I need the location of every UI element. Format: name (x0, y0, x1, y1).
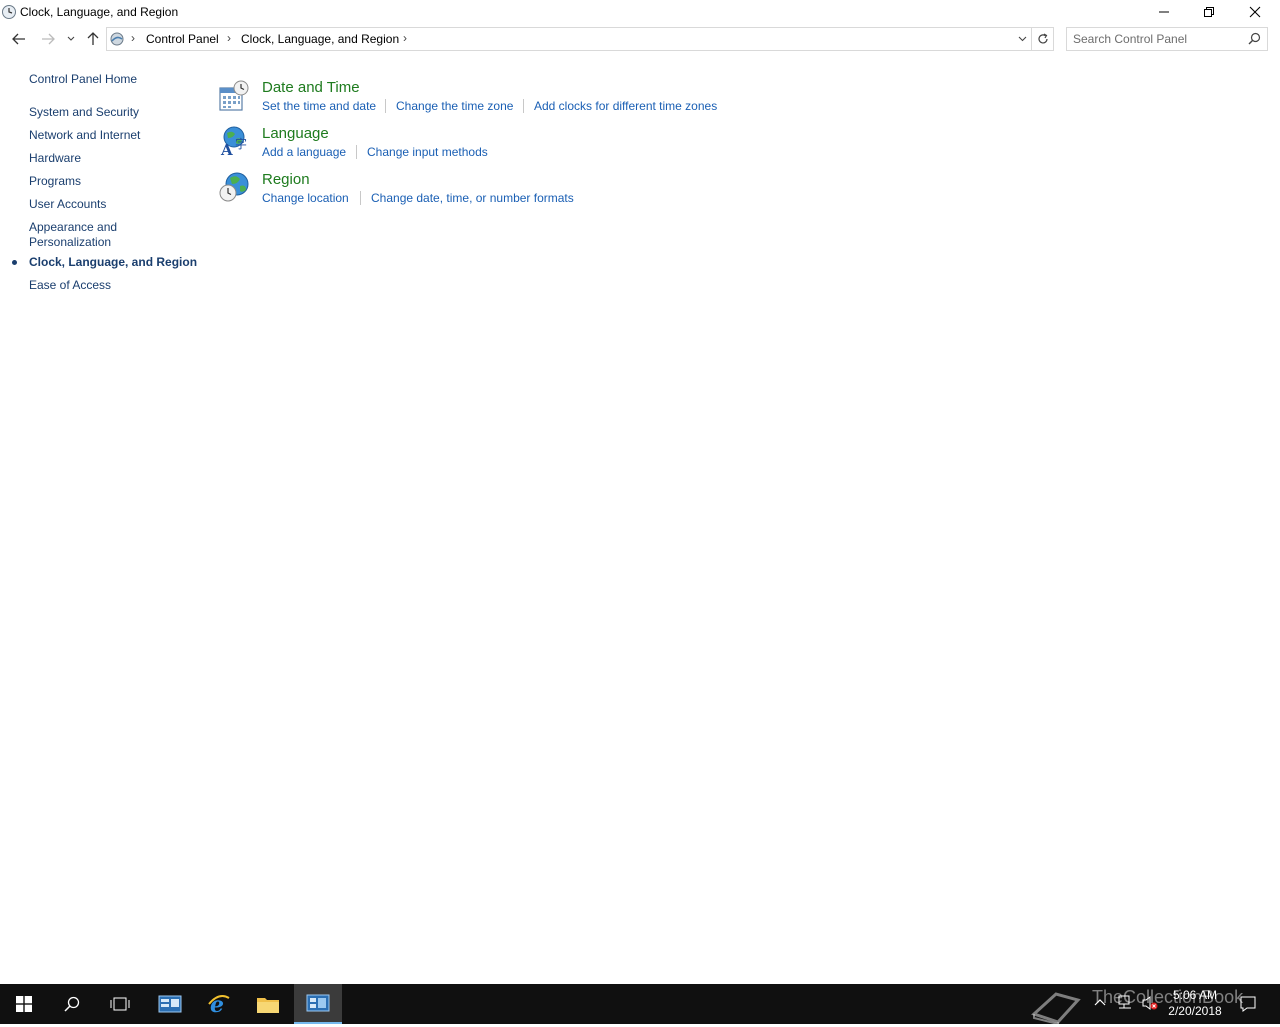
control-panel-taskbar-button[interactable] (294, 984, 342, 1024)
change-input-methods-link[interactable]: Change input methods (367, 145, 488, 159)
action-center-icon[interactable] (1239, 995, 1257, 1016)
nav-hardware[interactable]: Hardware (29, 151, 81, 166)
restore-button[interactable] (1186, 0, 1232, 24)
nav-appearance-and-personalization[interactable]: Appearance and (29, 220, 117, 235)
taskbar: e TheCollectionBook 5:06 AM 2/20/2018 (0, 984, 1280, 1027)
region-globe-clock-icon[interactable] (218, 171, 250, 203)
task-view-icon (110, 997, 130, 1011)
network-icon[interactable] (1117, 995, 1135, 1014)
link-separator (360, 191, 361, 205)
search-taskbar-button[interactable] (48, 984, 96, 1024)
volume-muted-icon[interactable] (1141, 995, 1159, 1014)
breadcrumb-control-panel[interactable]: Control Panel (146, 32, 219, 46)
control-panel-home-link[interactable]: Control Panel Home (29, 72, 137, 87)
window-title: Clock, Language, and Region (20, 5, 179, 19)
chevron-right-icon: › (403, 31, 407, 45)
recent-locations-button[interactable] (61, 28, 81, 50)
svg-text:字: 字 (235, 136, 247, 151)
clock-time: 5:06 AM (1172, 988, 1218, 1002)
close-button[interactable] (1232, 0, 1278, 24)
nav-ease-of-access[interactable]: Ease of Access (29, 278, 111, 293)
up-button[interactable] (82, 28, 104, 50)
server-manager-icon (158, 995, 182, 1013)
navigation-bar: › Control Panel › Clock, Language, and R… (0, 26, 1280, 52)
nav-user-accounts[interactable]: User Accounts (29, 197, 106, 212)
address-bar[interactable]: › Control Panel › Clock, Language, and R… (106, 27, 1054, 51)
clock-date: 2/20/2018 (1168, 1004, 1222, 1018)
task-view-button[interactable] (96, 984, 144, 1024)
change-time-zone-link[interactable]: Change the time zone (396, 99, 513, 113)
change-location-link[interactable]: Change location (262, 191, 349, 205)
nav-system-and-security[interactable]: System and Security (29, 105, 139, 120)
calendar-clock-icon[interactable] (218, 80, 250, 112)
refresh-button[interactable] (1031, 28, 1053, 50)
search-icon (64, 996, 80, 1012)
set-time-and-date-link[interactable]: Set the time and date (262, 99, 376, 113)
search-icon[interactable] (1248, 32, 1261, 48)
address-dropdown-button[interactable] (1013, 30, 1031, 48)
date-and-time-title[interactable]: Date and Time (262, 79, 360, 96)
file-explorer-button[interactable] (244, 984, 292, 1024)
region-title[interactable]: Region (262, 171, 310, 188)
change-formats-link[interactable]: Change date, time, or number formats (371, 191, 574, 205)
windows-logo-icon (16, 996, 32, 1012)
link-separator (356, 145, 357, 159)
nav-programs[interactable]: Programs (29, 174, 81, 189)
server-manager-button[interactable] (146, 984, 194, 1024)
chevron-right-icon: › (131, 31, 135, 45)
nav-network-and-internet[interactable]: Network and Internet (29, 128, 140, 143)
title-bar: Clock, Language, and Region (0, 0, 1280, 24)
back-button[interactable] (8, 28, 30, 50)
book-logo-icon (1030, 984, 1082, 1027)
add-clocks-link[interactable]: Add clocks for different time zones (534, 99, 717, 113)
internet-explorer-icon: e (208, 992, 230, 1016)
breadcrumb-clock-language-region[interactable]: Clock, Language, and Region (241, 32, 399, 46)
add-language-link[interactable]: Add a language (262, 145, 346, 159)
language-globe-icon[interactable]: A 字 (218, 125, 250, 159)
taskbar-clock[interactable]: 5:06 AM 2/20/2018 (1160, 987, 1230, 1019)
svg-text:A: A (220, 141, 233, 157)
link-separator (523, 99, 524, 113)
start-button[interactable] (0, 984, 48, 1024)
language-title[interactable]: Language (262, 125, 329, 142)
clock-app-icon (1, 4, 17, 20)
search-input[interactable] (1073, 31, 1243, 47)
search-box (1066, 27, 1268, 51)
control-panel-icon (109, 31, 125, 47)
folder-icon (257, 998, 279, 1013)
control-panel-icon (306, 994, 330, 1012)
show-hidden-icons-chevron-icon[interactable] (1094, 996, 1106, 1010)
minimize-button[interactable] (1141, 0, 1187, 24)
nav-clock-language-region-current: Clock, Language, and Region (29, 255, 198, 269)
current-item-bullet (12, 260, 17, 265)
link-separator (385, 99, 386, 113)
internet-explorer-button[interactable]: e (195, 984, 243, 1024)
nav-appearance-and-personalization-line2[interactable]: Personalization (29, 235, 111, 250)
forward-button[interactable] (37, 28, 59, 50)
chevron-right-icon: › (227, 31, 231, 45)
